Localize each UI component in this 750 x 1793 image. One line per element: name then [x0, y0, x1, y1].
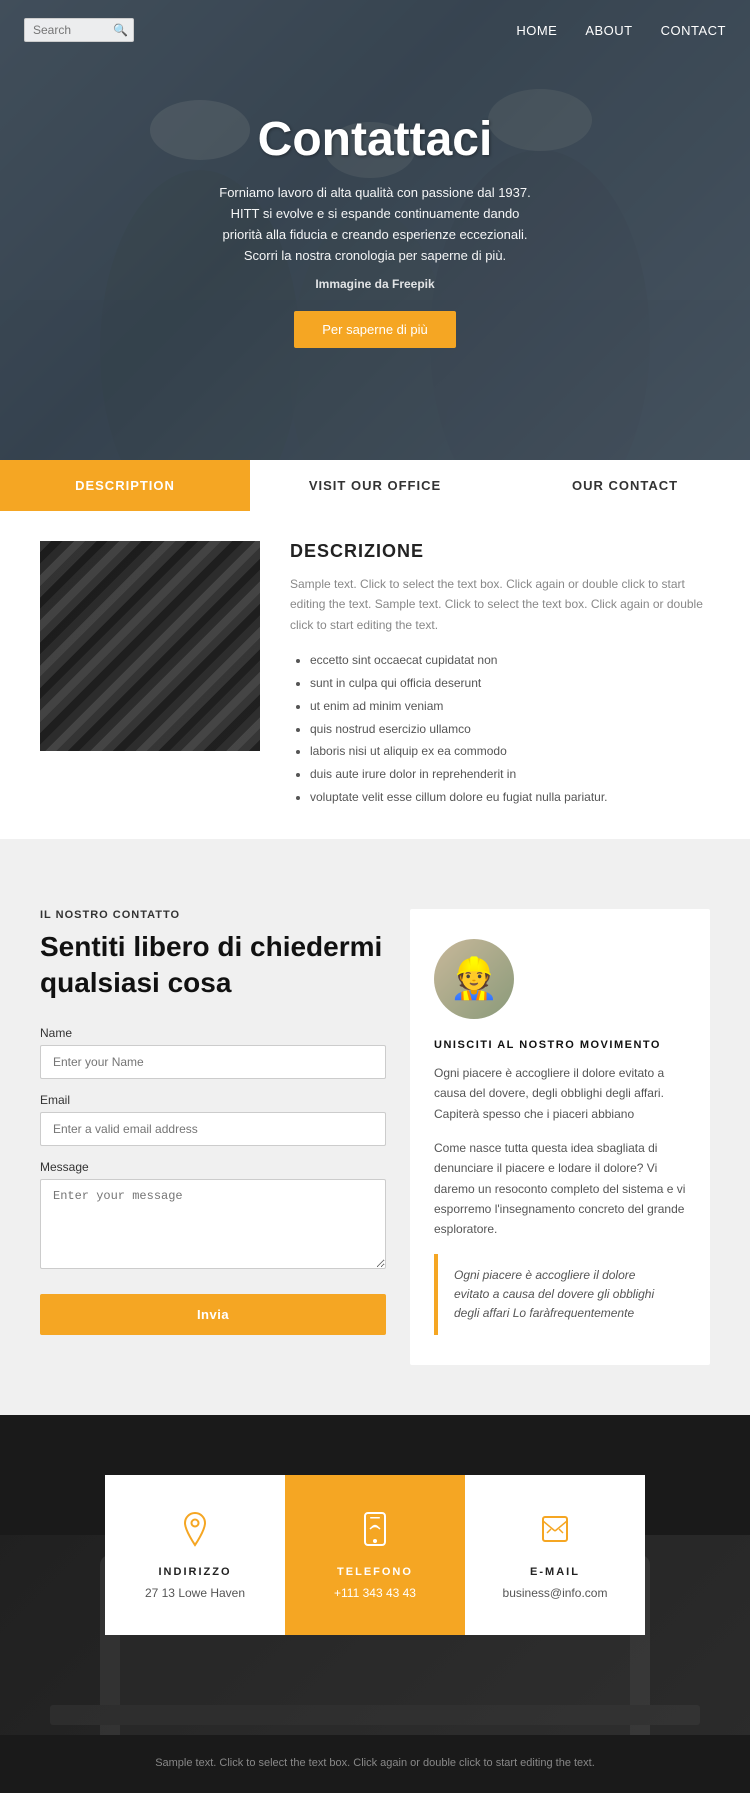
hero-title: Contattaci [258, 112, 493, 167]
contact-label: IL NOSTRO CONTATTO [40, 909, 386, 921]
tab-our-contact[interactable]: OUR CONTACT [500, 460, 750, 511]
name-form-group: Name [40, 1026, 386, 1079]
worker-avatar [434, 939, 514, 1019]
address-title: INDIRIZZO [159, 1566, 232, 1578]
email-card-value: business@info.com [503, 1586, 608, 1600]
description-content: DESCRIZIONE Sample text. Click to select… [290, 541, 710, 809]
address-value: 27 13 Lowe Haven [145, 1586, 245, 1600]
list-item: sunt in culpa qui officia deserunt [310, 672, 710, 695]
description-image [40, 541, 260, 751]
contact-section: IL NOSTRO CONTATTO Sentiti libero di chi… [0, 859, 750, 1416]
description-title: DESCRIZIONE [290, 541, 710, 562]
submit-button[interactable]: Invia [40, 1294, 386, 1335]
nav-contact[interactable]: CONTACT [661, 23, 726, 38]
info-quote: Ogni piacere è accogliere il dolore evit… [434, 1254, 686, 1336]
list-item: quis nostrud esercizio ullamco [310, 718, 710, 741]
phone-icon [361, 1511, 389, 1554]
name-input[interactable] [40, 1045, 386, 1079]
message-textarea[interactable] [40, 1179, 386, 1269]
info-subtitle: UNISCITI AL NOSTRO MOVIMENTO [434, 1039, 686, 1051]
list-item: ut enim ad minim veniam [310, 695, 710, 718]
address-icon [179, 1511, 211, 1554]
contact-card-phone: TELEFONO +111 343 43 43 [285, 1475, 465, 1635]
email-card-title: E-MAIL [530, 1566, 580, 1578]
footer-section: INDIRIZZO 27 13 Lowe Haven TELEFONO +111… [0, 1415, 750, 1735]
description-section: DESCRIZIONE Sample text. Click to select… [0, 511, 750, 839]
list-item: laboris nisi ut aliquip ex ea commodo [310, 740, 710, 763]
nav-about[interactable]: ABOUT [585, 23, 632, 38]
email-input[interactable] [40, 1112, 386, 1146]
list-item: voluptate velit esse cillum dolore eu fu… [310, 786, 710, 809]
contact-info-column: UNISCITI AL NOSTRO MOVIMENTO Ogni piacer… [410, 909, 710, 1366]
name-label: Name [40, 1026, 386, 1040]
info-text-1: Ogni piacere è accogliere il dolore evit… [434, 1063, 686, 1124]
email-form-group: Email [40, 1093, 386, 1146]
message-form-group: Message [40, 1160, 386, 1274]
tabs-section: DESCRIPTION VISIT OUR OFFICE OUR CONTACT [0, 460, 750, 511]
contact-heading: Sentiti libero di chiedermi qualsiasi co… [40, 929, 386, 1002]
hero-cta-button[interactable]: Per saperne di più [294, 311, 456, 348]
hero-subtitle: Forniamo lavoro di alta qualità con pass… [215, 183, 535, 266]
list-item: duis aute irure dolor in reprehenderit i… [310, 763, 710, 786]
info-text-2: Come nasce tutta questa idea sbagliata d… [434, 1138, 686, 1240]
contact-form-column: IL NOSTRO CONTATTO Sentiti libero di chi… [40, 909, 386, 1366]
contact-cards: INDIRIZZO 27 13 Lowe Haven TELEFONO +111… [0, 1415, 750, 1675]
section-spacer [0, 839, 750, 859]
tab-visit-office[interactable]: VISIT OUR OFFICE [250, 460, 500, 511]
email-icon [539, 1511, 571, 1554]
nav-links: HOME ABOUT CONTACT [516, 23, 726, 38]
list-item: eccetto sint occaecat cupidatat non [310, 649, 710, 672]
search-input[interactable] [33, 23, 113, 37]
footer-bottom: Sample text. Click to select the text bo… [0, 1735, 750, 1793]
search-box[interactable]: 🔍 [24, 18, 134, 42]
search-icon: 🔍 [113, 23, 128, 37]
navbar: 🔍 HOME ABOUT CONTACT [0, 0, 750, 60]
contact-card-address: INDIRIZZO 27 13 Lowe Haven [105, 1475, 285, 1635]
hero-credit: Immagine da Freepik [315, 277, 434, 291]
description-sample-text: Sample text. Click to select the text bo… [290, 574, 710, 635]
footer-bottom-text: Sample text. Click to select the text bo… [20, 1755, 730, 1773]
nav-home[interactable]: HOME [516, 23, 557, 38]
phone-title: TELEFONO [337, 1566, 413, 1578]
message-label: Message [40, 1160, 386, 1174]
phone-value: +111 343 43 43 [334, 1586, 416, 1600]
contact-card-email: E-MAIL business@info.com [465, 1475, 645, 1635]
email-label: Email [40, 1093, 386, 1107]
description-list: eccetto sint occaecat cupidatat non sunt… [290, 649, 710, 809]
tab-description[interactable]: DESCRIPTION [0, 460, 250, 511]
